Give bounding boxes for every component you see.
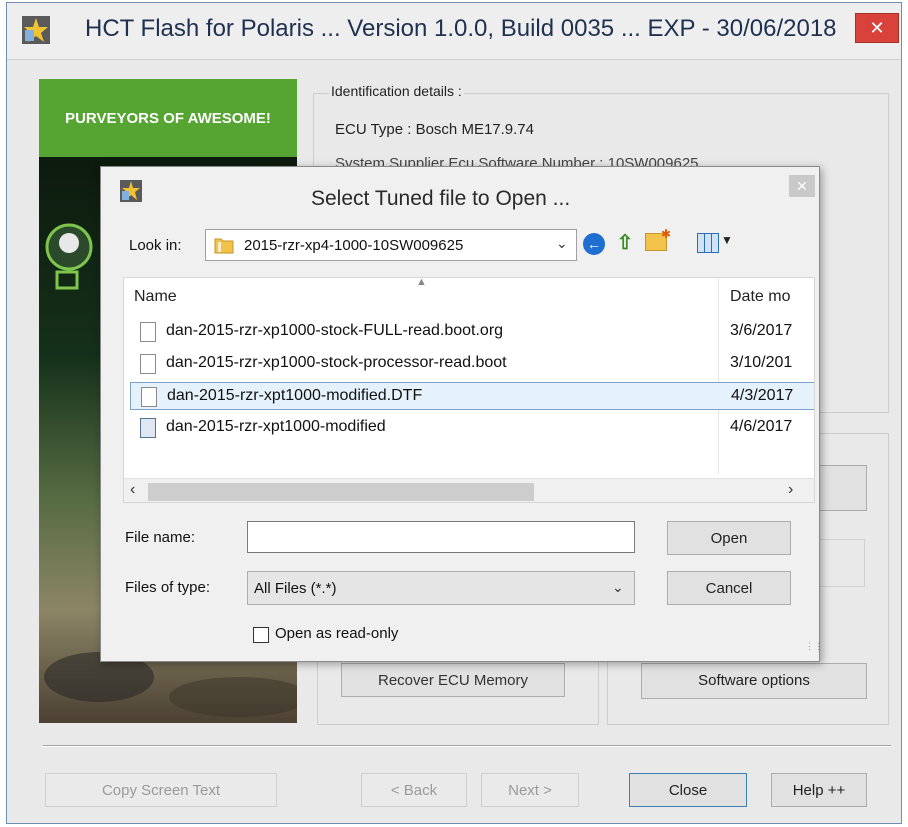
read-only-checkbox[interactable] — [253, 627, 269, 643]
look-in-value: 2015-rzr-xp4-1000-10SW009625 — [244, 237, 464, 254]
read-only-label[interactable]: Open as read-only — [275, 625, 398, 642]
main-titlebar[interactable]: HCT Flash for Polaris ... Version 1.0.0,… — [7, 3, 901, 60]
back-button[interactable]: < Back — [361, 773, 467, 807]
open-file-dialog: Select Tuned file to Open ... ✕ Look in:… — [100, 166, 823, 662]
copy-screen-text-button[interactable]: Copy Screen Text — [45, 773, 277, 807]
column-header-date[interactable]: Date mo — [730, 288, 790, 306]
file-date: 4/3/2017 — [731, 387, 794, 404]
help-button[interactable]: Help ++ — [771, 773, 867, 807]
ecu-type-text: ECU Type : Bosch ME17.9.74 — [335, 121, 534, 138]
chevron-down-icon: ⌄ — [556, 235, 568, 251]
window-close-button[interactable]: ✕ — [855, 13, 899, 43]
window-title: HCT Flash for Polaris ... Version 1.0.0,… — [85, 15, 837, 42]
horizontal-scrollbar[interactable]: ‹ › — [124, 478, 814, 502]
file-name: dan-2015-rzr-xp1000-stock-processor-read… — [166, 354, 507, 371]
files-of-type-value: All Files (*.*) — [254, 580, 337, 597]
scroll-left-icon[interactable]: ‹ — [130, 481, 135, 499]
folder-icon — [214, 236, 234, 254]
identification-title: Identification details : — [329, 83, 464, 99]
column-header-name[interactable]: Name — [134, 288, 177, 306]
file-name: dan-2015-rzr-xp1000-stock-FULL-read.boot… — [166, 322, 504, 339]
separator — [43, 745, 891, 747]
scroll-thumb[interactable] — [148, 483, 534, 501]
file-date: 4/6/2017 — [730, 418, 793, 435]
file-name: dan-2015-rzr-xpt1000-modified — [166, 418, 386, 435]
recover-ecu-memory-button[interactable]: Recover ECU Memory — [341, 663, 565, 697]
cancel-button[interactable]: Cancel — [667, 571, 791, 605]
dialog-app-icon — [119, 179, 143, 203]
open-button[interactable]: Open — [667, 521, 791, 555]
file-name: dan-2015-rzr-xpt1000-modified.DTF — [167, 387, 423, 404]
scroll-right-icon[interactable]: › — [788, 481, 793, 499]
file-date: 3/6/2017 — [730, 322, 793, 339]
application-icon — [140, 418, 156, 438]
file-name-input[interactable] — [247, 521, 635, 553]
dialog-title: Select Tuned file to Open ... — [311, 187, 571, 210]
new-folder-star-icon: ✱ — [661, 227, 672, 241]
up-folder-icon[interactable]: ⇧ — [613, 231, 637, 255]
files-of-type-dropdown[interactable]: All Files (*.*) ⌄ — [247, 571, 635, 605]
look-in-dropdown[interactable]: 2015-rzr-xp4-1000-10SW009625 ⌄ — [205, 229, 577, 261]
file-row[interactable]: dan-2015-rzr-xp1000-stock-FULL-read.boot… — [130, 318, 814, 346]
file-row[interactable]: dan-2015-rzr-xpt1000-modified 4/6/2017 — [130, 414, 814, 442]
document-icon — [140, 322, 156, 342]
close-icon: ✕ — [869, 18, 885, 38]
document-icon — [140, 354, 156, 374]
software-options-button[interactable]: Software options — [641, 663, 867, 699]
banner-text: PURVEYORS OF AWESOME! — [39, 79, 297, 157]
look-in-label: Look in: — [129, 237, 182, 254]
file-name-label: File name: — [125, 529, 196, 546]
resize-grip-icon[interactable]: ⋮⋮ — [805, 641, 823, 652]
back-arrow-icon[interactable]: ← — [583, 233, 605, 255]
view-menu-arrow-icon[interactable]: ▼ — [721, 233, 733, 247]
app-icon — [21, 15, 51, 45]
files-of-type-label: Files of type: — [125, 579, 211, 596]
sort-ascending-icon: ▲ — [416, 277, 427, 288]
file-row-selected[interactable]: dan-2015-rzr-xpt1000-modified.DTF 4/3/20… — [130, 382, 814, 410]
next-button[interactable]: Next > — [481, 773, 579, 807]
close-icon: ✕ — [796, 178, 808, 194]
file-list[interactable]: ▲ Name Date mo dan-2015-rzr-xp1000-stock… — [123, 277, 815, 503]
close-button[interactable]: Close — [629, 773, 747, 807]
document-icon — [141, 387, 157, 407]
file-date: 3/10/201 — [730, 354, 793, 371]
dialog-close-button[interactable]: ✕ — [789, 175, 815, 197]
file-row[interactable]: dan-2015-rzr-xp1000-stock-processor-read… — [130, 350, 814, 378]
view-menu-icon[interactable] — [697, 233, 719, 253]
chevron-down-icon: ⌄ — [612, 579, 624, 595]
